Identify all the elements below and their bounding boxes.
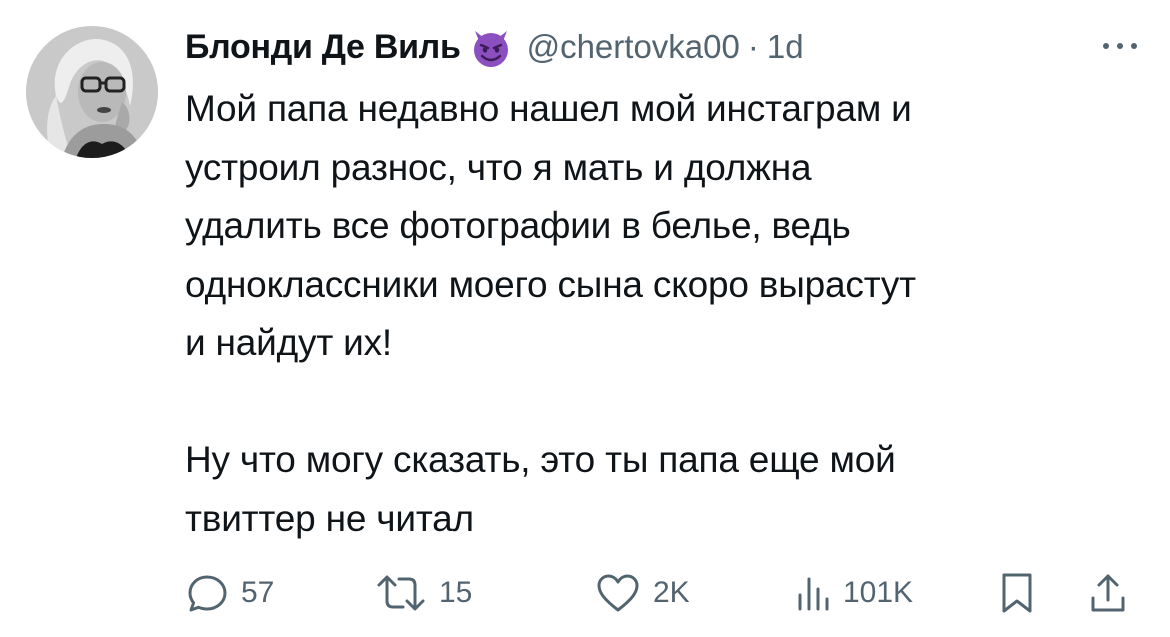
tweet-text-paragraph-1: Мой папа недавно нашел мой инстаграм и у… [185,88,916,363]
retweet-count: 15 [439,576,473,609]
reply-button[interactable]: 57 [185,565,274,621]
user-handle[interactable]: @chertovka00 [527,28,740,66]
display-name[interactable]: Блонди Де Виль [185,28,461,67]
tweet[interactable]: Блонди Де Виль @chertovka00 · 1d Мой пап… [0,0,1170,637]
bookmark-button[interactable] [997,565,1037,621]
separator-dot: · [747,28,759,65]
views-button[interactable]: 101K [795,565,913,621]
share-button[interactable] [1088,565,1128,621]
tweet-text: Мой папа недавно нашел мой инстаграм и у… [185,80,1135,548]
views-chart-icon [795,571,831,615]
smiling-devil-emoji-icon [469,25,513,69]
timestamp[interactable]: 1d [767,28,804,66]
tweet-header: Блонди Де Виль @chertovka00 · 1d [185,22,804,72]
more-dots-icon[interactable] [1096,34,1144,58]
like-button[interactable]: 2K [595,565,690,621]
retweet-button[interactable]: 15 [375,565,472,621]
retweet-icon [375,571,427,615]
heart-icon [595,571,641,615]
reply-icon [185,571,229,615]
share-icon [1088,570,1128,616]
tweet-text-paragraph-2: Ну что могу сказать, это ты папа еще мой… [185,439,896,539]
views-count: 101K [843,576,914,609]
action-bar: 57 15 2K 101K [185,565,1145,621]
like-count: 2K [653,576,690,609]
avatar[interactable] [26,26,158,158]
bookmark-icon [997,570,1037,616]
reply-count: 57 [241,576,275,609]
